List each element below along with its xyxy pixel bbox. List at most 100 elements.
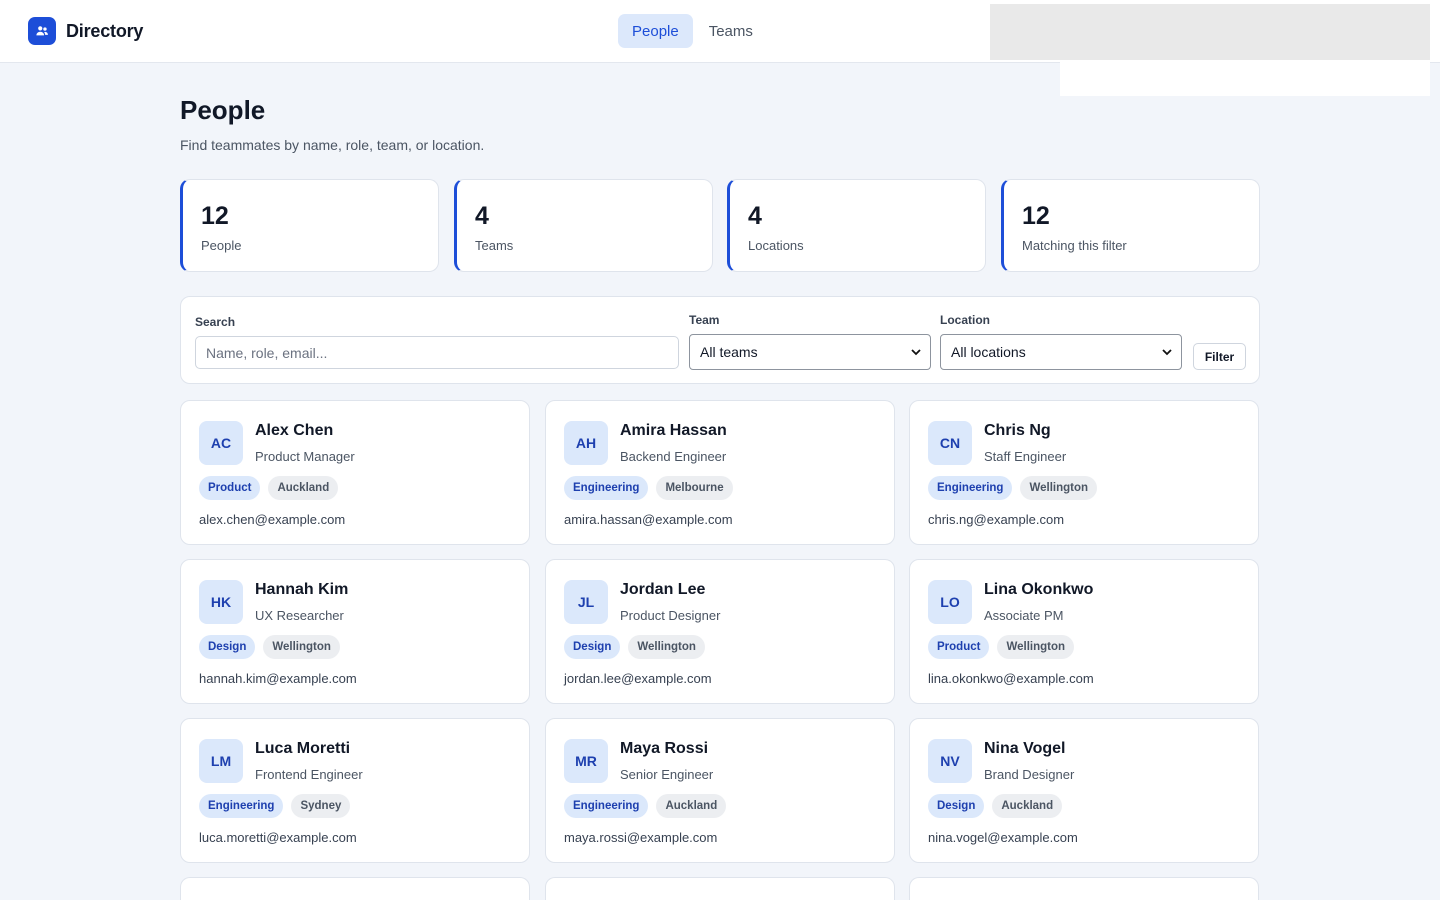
person-role: Product Manager <box>255 449 355 464</box>
person-card[interactable] <box>909 877 1259 900</box>
location-label: Location <box>940 313 990 327</box>
stat-card-people: 12 People <box>180 179 439 272</box>
location-chip: Wellington <box>997 635 1075 659</box>
team-chip: Design <box>928 794 985 818</box>
person-name: Luca Moretti <box>255 740 351 757</box>
person-card[interactable] <box>545 877 895 900</box>
location-chip: Auckland <box>268 476 339 500</box>
stat-label: Matching this filter <box>1022 238 1127 253</box>
chevron-down-icon <box>1161 345 1173 362</box>
person-card[interactable]: CN Chris Ng Staff Engineer Engineering W… <box>909 400 1259 545</box>
team-chip: Engineering <box>564 794 649 818</box>
search-input[interactable] <box>195 336 679 369</box>
team-chip: Engineering <box>564 476 649 500</box>
person-role: Senior Engineer <box>620 767 714 782</box>
person-card[interactable] <box>180 877 530 900</box>
person-role: Staff Engineer <box>984 449 1067 464</box>
person-card[interactable]: HK Hannah Kim UX Researcher Design Welli… <box>180 559 530 704</box>
person-card[interactable]: LO Lina Okonkwo Associate PM Product Wel… <box>909 559 1259 704</box>
team-chip: Design <box>199 635 256 659</box>
stat-label: Teams <box>475 238 514 253</box>
person-role: UX Researcher <box>255 608 344 623</box>
person-card[interactable]: JL Jordan Lee Product Designer Design We… <box>545 559 895 704</box>
person-email[interactable]: lina.okonkwo@example.com <box>928 671 1094 686</box>
stat-value: 4 <box>748 202 762 230</box>
person-card[interactable]: MR Maya Rossi Senior Engineer Engineerin… <box>545 718 895 863</box>
person-name: Hannah Kim <box>255 581 349 598</box>
filter-button[interactable]: Filter <box>1193 343 1246 370</box>
avatar: CN <box>928 421 972 465</box>
person-name: Nina Vogel <box>984 740 1066 757</box>
main-nav: People Teams <box>618 14 769 48</box>
person-email[interactable]: nina.vogel@example.com <box>928 830 1078 845</box>
stat-card-matching: 12 Matching this filter <box>1001 179 1260 272</box>
person-card[interactable]: LM Luca Moretti Frontend Engineer Engine… <box>180 718 530 863</box>
avatar: JL <box>564 580 608 624</box>
team-select-value: All teams <box>700 344 758 360</box>
location-chip: Auckland <box>992 794 1063 818</box>
stat-card-locations: 4 Locations <box>727 179 986 272</box>
person-email[interactable]: jordan.lee@example.com <box>564 671 712 686</box>
person-role: Frontend Engineer <box>255 767 363 782</box>
person-email[interactable]: maya.rossi@example.com <box>564 830 717 845</box>
avatar: AH <box>564 421 608 465</box>
team-label: Team <box>689 313 720 327</box>
person-email[interactable]: alex.chen@example.com <box>199 512 345 527</box>
person-email[interactable]: chris.ng@example.com <box>928 512 1064 527</box>
person-role: Product Designer <box>620 608 721 623</box>
team-select[interactable]: All teams <box>689 334 931 370</box>
avatar: AC <box>199 421 243 465</box>
search-label: Search <box>195 315 236 329</box>
location-select[interactable]: All locations <box>940 334 1182 370</box>
person-name: Jordan Lee <box>620 581 706 598</box>
team-chip: Product <box>928 635 990 659</box>
nav-item-people[interactable]: People <box>618 14 693 48</box>
stat-value: 4 <box>475 202 489 230</box>
stat-card-teams: 4 Teams <box>454 179 713 272</box>
stat-value: 12 <box>1022 202 1050 230</box>
person-name: Lina Okonkwo <box>984 581 1094 598</box>
users-icon <box>28 17 56 45</box>
avatar: MR <box>564 739 608 783</box>
stat-label: Locations <box>748 238 804 253</box>
team-chip: Product <box>199 476 261 500</box>
person-name: Amira Hassan <box>620 422 727 439</box>
person-email[interactable]: hannah.kim@example.com <box>199 671 357 686</box>
page-subtitle: Find teammates by name, role, team, or l… <box>180 137 485 153</box>
location-chip: Sydney <box>291 794 351 818</box>
stat-label: People <box>201 238 242 253</box>
person-role: Brand Designer <box>984 767 1075 782</box>
filter-bar: Search Team All teams Location All locat… <box>180 296 1260 384</box>
avatar: NV <box>928 739 972 783</box>
nav-item-teams[interactable]: Teams <box>695 14 767 48</box>
chevron-down-icon <box>910 345 922 362</box>
overlay-placeholder <box>1060 60 1430 96</box>
person-name: Alex Chen <box>255 422 334 439</box>
person-card[interactable]: AH Amira Hassan Backend Engineer Enginee… <box>545 400 895 545</box>
brand-name: Directory <box>66 20 144 41</box>
location-select-value: All locations <box>951 344 1026 360</box>
person-name: Chris Ng <box>984 422 1051 439</box>
avatar: LO <box>928 580 972 624</box>
person-email[interactable]: luca.moretti@example.com <box>199 830 357 845</box>
person-role: Associate PM <box>984 608 1064 623</box>
stat-value: 12 <box>201 202 229 230</box>
location-chip: Wellington <box>1020 476 1098 500</box>
brand[interactable]: Directory <box>28 17 143 45</box>
person-card[interactable]: NV Nina Vogel Brand Designer Design Auck… <box>909 718 1259 863</box>
top-bar: Directory People Teams <box>0 0 1440 63</box>
avatar: HK <box>199 580 243 624</box>
person-name: Maya Rossi <box>620 740 709 757</box>
header-placeholder <box>990 4 1430 60</box>
location-chip: Wellington <box>628 635 705 659</box>
page-title: People <box>180 95 266 125</box>
location-chip: Melbourne <box>656 476 733 500</box>
person-card[interactable]: AC Alex Chen Product Manager Product Auc… <box>180 400 530 545</box>
avatar: LM <box>199 739 243 783</box>
person-role: Backend Engineer <box>620 449 727 464</box>
person-email[interactable]: amira.hassan@example.com <box>564 512 733 527</box>
team-chip: Engineering <box>199 794 284 818</box>
team-chip: Design <box>564 635 621 659</box>
location-chip: Wellington <box>263 635 340 659</box>
location-chip: Auckland <box>656 794 727 818</box>
